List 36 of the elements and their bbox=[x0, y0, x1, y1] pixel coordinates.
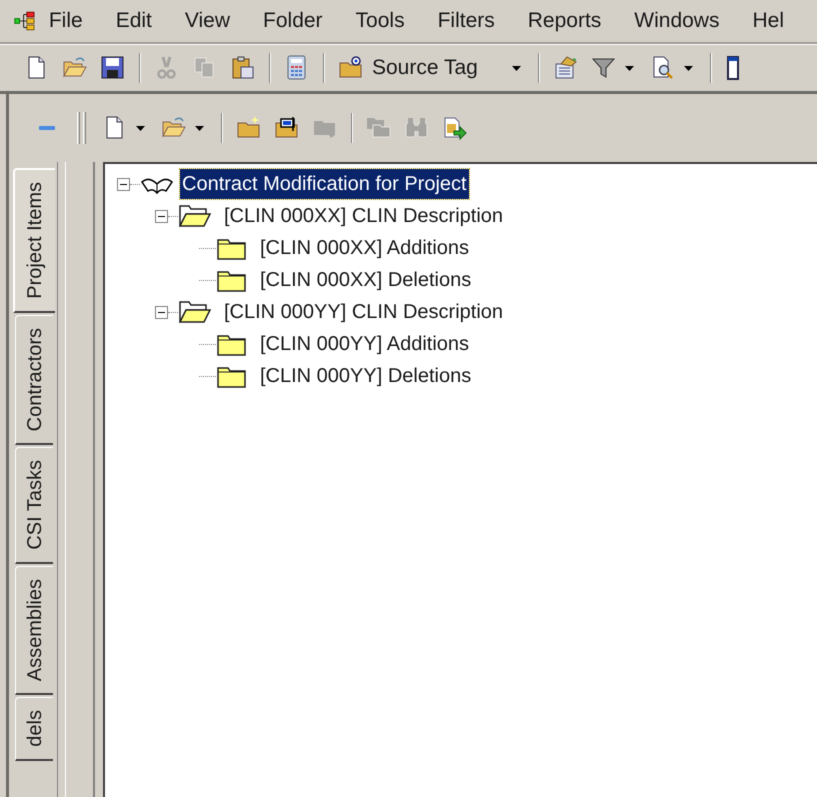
expander-icon[interactable] bbox=[155, 210, 168, 222]
menu-item[interactable]: Hel bbox=[752, 5, 817, 37]
menu-item[interactable]: Edit bbox=[116, 5, 185, 37]
refresh-icon[interactable] bbox=[442, 115, 468, 141]
source-tag-label[interactable]: Source Tag bbox=[372, 52, 478, 84]
tree-node-label[interactable]: [CLIN 000XX] Additions bbox=[258, 233, 472, 263]
expander-icon[interactable] bbox=[155, 306, 168, 318]
clipboard-icon[interactable] bbox=[230, 55, 256, 81]
tree-node-label[interactable]: [CLIN 000XX] CLIN Description bbox=[222, 201, 506, 231]
dropdown-caret-icon[interactable] bbox=[512, 66, 521, 70]
tree-node-label[interactable]: [CLIN 000YY] CLIN Description bbox=[222, 297, 506, 327]
dropdown-caret-icon[interactable] bbox=[195, 126, 204, 130]
side-tab[interactable]: Contractors bbox=[15, 314, 53, 446]
tree-node-label[interactable]: Contract Modification for Project bbox=[180, 169, 469, 199]
dropdown-caret-icon[interactable] bbox=[136, 126, 145, 130]
dropdown-caret-icon[interactable] bbox=[684, 66, 693, 70]
app-tree-icon bbox=[14, 9, 35, 33]
menu-item[interactable]: Reports bbox=[528, 5, 634, 37]
menu-item[interactable]: Filters bbox=[438, 5, 528, 37]
menu-item[interactable]: File bbox=[48, 5, 116, 37]
side-tab[interactable]: Project Items bbox=[13, 168, 55, 313]
tree-node-label[interactable]: [CLIN 000YY] Deletions bbox=[258, 361, 474, 391]
menu-item[interactable]: View bbox=[184, 5, 264, 37]
menu-item[interactable]: Windows bbox=[634, 5, 752, 37]
properties-icon[interactable] bbox=[552, 55, 579, 81]
tree-node-label[interactable]: [CLIN 000XX] Deletions bbox=[258, 265, 474, 295]
menu-item[interactable]: Folder bbox=[263, 5, 356, 37]
side-tab[interactable]: CSI Tasks bbox=[15, 447, 53, 564]
tree-node-label[interactable]: [CLIN 000YY] Additions bbox=[258, 329, 472, 359]
open-folder-icon bbox=[178, 203, 212, 229]
dropdown-caret-icon[interactable] bbox=[624, 66, 634, 70]
side-tab[interactable]: dels bbox=[15, 697, 53, 761]
menu-item[interactable]: Tools bbox=[356, 5, 438, 37]
side-tab[interactable]: Assemblies bbox=[15, 566, 53, 696]
open-folder-icon bbox=[178, 299, 212, 325]
expander-icon[interactable] bbox=[117, 178, 130, 190]
